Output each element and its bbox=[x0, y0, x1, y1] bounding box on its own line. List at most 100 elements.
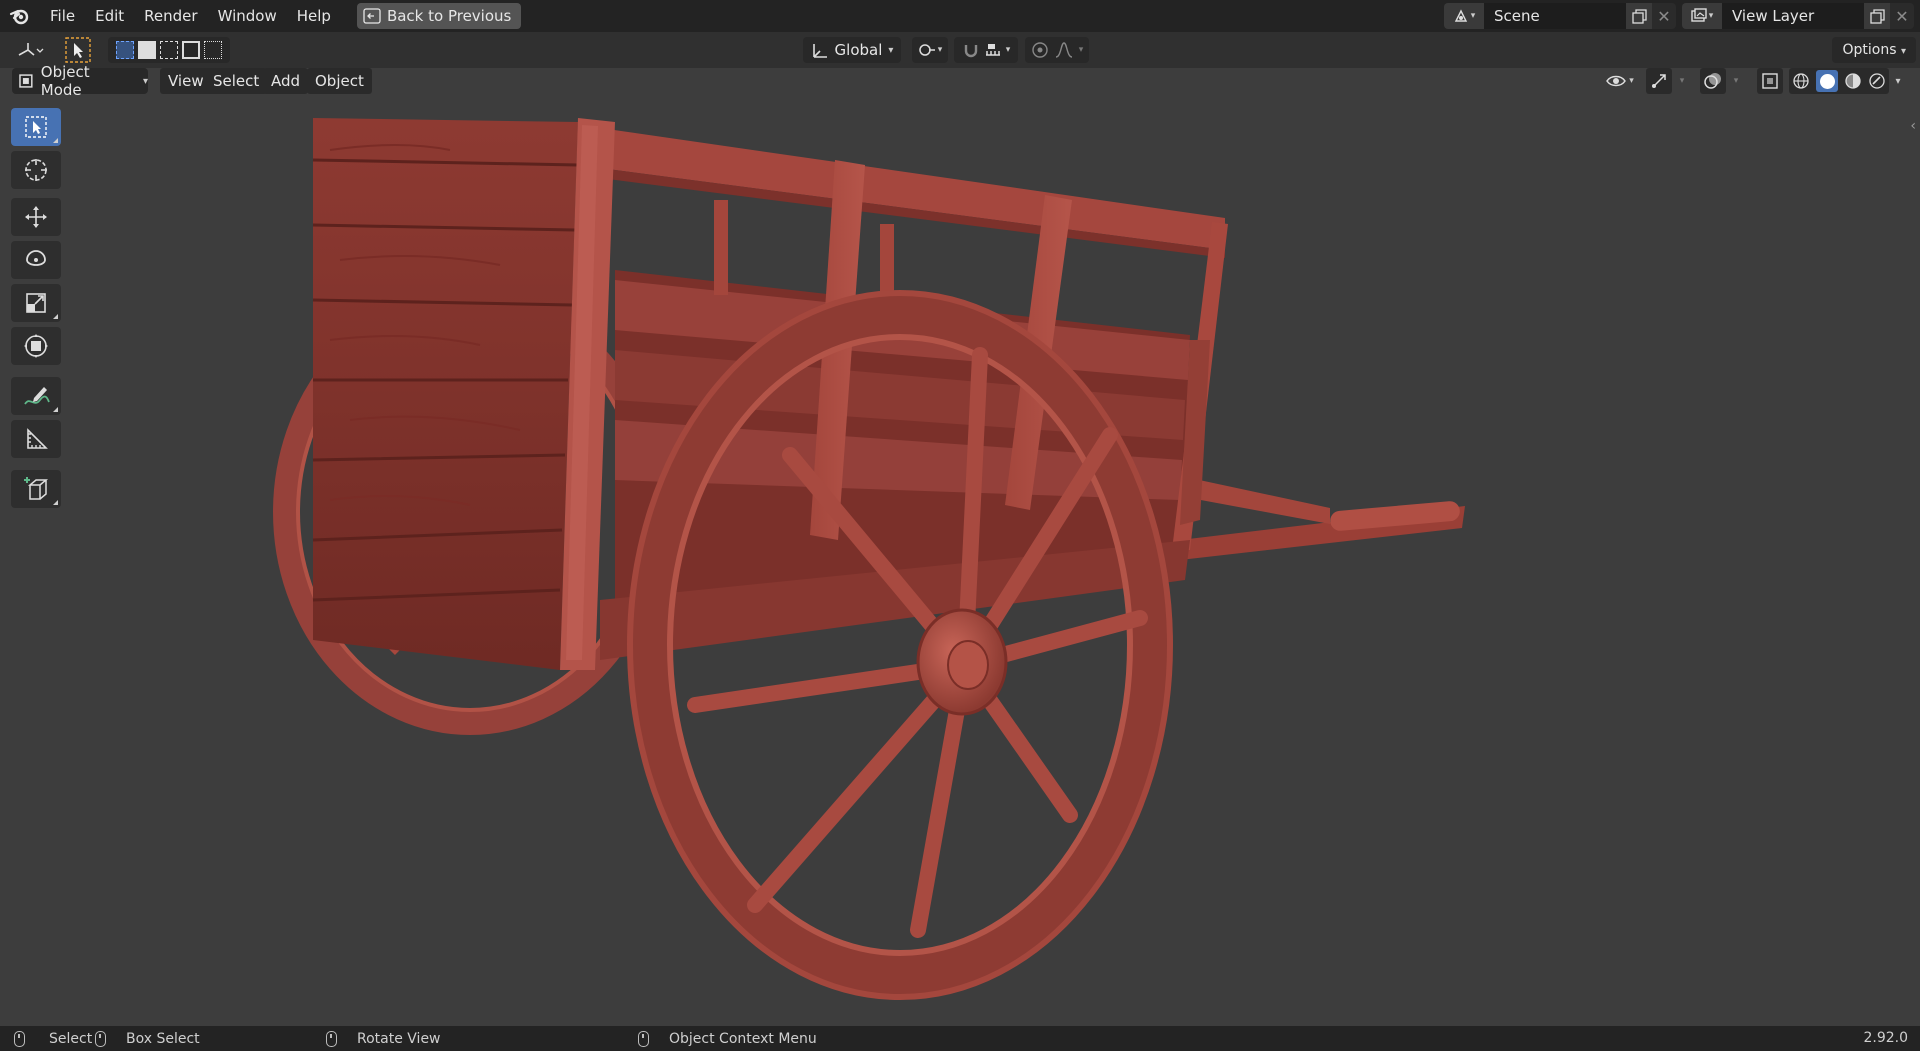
gizmo-dropdown[interactable]: ▾ bbox=[1674, 68, 1690, 94]
xray-toggle[interactable] bbox=[1757, 68, 1783, 94]
annotate-tool[interactable] bbox=[11, 377, 61, 415]
add-cube-icon bbox=[24, 477, 49, 500]
view-layer-selector: ▾ View Layer ✕ bbox=[1682, 3, 1914, 29]
chevron-down-icon: ▾ bbox=[937, 45, 943, 55]
chevron-down-icon: ▾ bbox=[1629, 76, 1634, 86]
new-scene-button[interactable] bbox=[1626, 3, 1652, 29]
status-bar: Select Box Select Rotate View Object Con… bbox=[0, 1026, 1920, 1051]
options-dropdown[interactable]: Options ▾ bbox=[1832, 37, 1916, 63]
chevron-down-icon: ▾ bbox=[1900, 46, 1906, 57]
select-extend-icon[interactable] bbox=[138, 41, 156, 59]
select-new-icon[interactable] bbox=[116, 41, 134, 59]
move-tool[interactable] bbox=[11, 198, 61, 236]
annotate-icon bbox=[24, 387, 50, 405]
select-box-icon bbox=[25, 116, 47, 138]
object-mode-icon bbox=[19, 74, 33, 88]
select-cursor-icon bbox=[65, 37, 91, 63]
object-mode-dropdown[interactable]: Object Mode ▾ bbox=[12, 63, 148, 99]
3d-viewport[interactable] bbox=[0, 94, 1920, 1026]
chevron-down-icon: ▾ bbox=[1005, 45, 1011, 55]
cart-handle bbox=[1180, 478, 1465, 560]
chevron-down-icon: ▾ bbox=[1895, 75, 1901, 87]
status-context-menu-label: Object Context Menu bbox=[669, 1030, 817, 1047]
cart-front-panel bbox=[312, 118, 615, 670]
header-menu-select[interactable]: Select bbox=[205, 68, 268, 94]
gizmo-icon bbox=[1652, 74, 1666, 88]
cursor-tool[interactable] bbox=[11, 151, 61, 189]
view-layer-browse-button[interactable]: ▾ bbox=[1682, 3, 1722, 29]
status-select: Select bbox=[14, 1026, 92, 1051]
delete-view-layer-icon[interactable]: ✕ bbox=[1890, 3, 1914, 29]
status-select-label: Select bbox=[49, 1030, 93, 1047]
delete-scene-icon[interactable]: ✕ bbox=[1652, 3, 1676, 29]
select-difference-icon[interactable] bbox=[182, 41, 200, 59]
gizmo-toggle[interactable] bbox=[1646, 68, 1672, 94]
snap-magnet-icon[interactable] bbox=[962, 41, 980, 59]
version-label: 2.92.0 bbox=[1863, 1030, 1908, 1046]
measure-tool[interactable] bbox=[11, 420, 61, 458]
blender-logo-icon[interactable] bbox=[0, 0, 40, 32]
rotate-icon bbox=[26, 250, 46, 266]
overlays-toggle[interactable] bbox=[1700, 68, 1726, 94]
back-to-previous-button[interactable]: Back to Previous bbox=[356, 3, 522, 29]
active-tool-button[interactable] bbox=[64, 37, 92, 63]
chevron-down-icon: ▾ bbox=[1078, 45, 1084, 55]
falloff-curve-icon[interactable] bbox=[1055, 41, 1073, 59]
select-subtract-icon[interactable] bbox=[160, 41, 178, 59]
material-preview-icon[interactable] bbox=[1844, 72, 1862, 90]
proportional-edit-group: ▾ bbox=[1025, 37, 1089, 63]
status-rotate-view-label: Rotate View bbox=[357, 1030, 441, 1047]
visibility-dropdown[interactable]: ▾ bbox=[1600, 68, 1640, 94]
snap-group: ▾ bbox=[954, 37, 1018, 63]
status-context-menu: Object Context Menu bbox=[638, 1026, 817, 1051]
pivot-point-dropdown[interactable]: ▾ bbox=[912, 37, 948, 63]
rendered-shading-icon[interactable] bbox=[1868, 72, 1886, 90]
wireframe-shading-icon[interactable] bbox=[1792, 72, 1810, 90]
selection-mode-group bbox=[108, 37, 230, 63]
transform-orientation-dropdown[interactable]: Global ▾ bbox=[803, 37, 901, 63]
proportional-edit-icon[interactable] bbox=[1031, 41, 1049, 59]
overlays-icon bbox=[1704, 73, 1721, 89]
scale-icon bbox=[26, 293, 46, 313]
shading-dropdown[interactable]: ▾ bbox=[1890, 68, 1906, 94]
status-box-select: Box Select bbox=[95, 1026, 200, 1051]
header-menu-view[interactable]: View bbox=[160, 68, 212, 94]
menu-help[interactable]: Help bbox=[287, 0, 341, 32]
scale-tool[interactable] bbox=[11, 284, 61, 322]
overlays-dropdown[interactable]: ▾ bbox=[1728, 68, 1744, 94]
add-cube-tool[interactable] bbox=[11, 470, 61, 508]
viewport-header: Object Mode ▾ View Select Add Object ▾ ▾… bbox=[0, 63, 1920, 99]
header-menu-add[interactable]: Add bbox=[263, 68, 309, 94]
view-layer-name-field[interactable]: View Layer bbox=[1722, 3, 1864, 29]
status-rotate-view: Rotate View bbox=[326, 1026, 441, 1051]
measure-icon bbox=[27, 428, 48, 449]
transform-tool[interactable] bbox=[11, 327, 61, 365]
editor-type-button[interactable] bbox=[10, 37, 50, 63]
cart-model[interactable] bbox=[0, 94, 1920, 1026]
back-icon bbox=[363, 8, 381, 24]
chevron-down-icon: ▾ bbox=[1708, 11, 1714, 21]
scene-name-field[interactable]: Scene bbox=[1484, 3, 1626, 29]
scene-browse-button[interactable]: ▾ bbox=[1444, 3, 1484, 29]
chevron-down-icon: ▾ bbox=[1733, 76, 1739, 86]
menu-window[interactable]: Window bbox=[208, 0, 287, 32]
menu-edit[interactable]: Edit bbox=[85, 0, 134, 32]
new-view-layer-button[interactable] bbox=[1864, 3, 1890, 29]
rotate-tool[interactable] bbox=[11, 241, 61, 279]
options-label: Options bbox=[1842, 42, 1897, 58]
select-intersect-icon[interactable] bbox=[204, 41, 222, 59]
chevron-down-icon: ▾ bbox=[1679, 76, 1685, 86]
chevron-down-icon: ▾ bbox=[888, 44, 894, 56]
snap-increment-icon[interactable] bbox=[984, 41, 1002, 59]
drag-mouse-icon bbox=[95, 1030, 106, 1047]
chevron-down-icon: ▾ bbox=[142, 75, 148, 87]
header-menu-object[interactable]: Object bbox=[307, 68, 372, 94]
menu-file[interactable]: File bbox=[40, 0, 85, 32]
duplicate-icon bbox=[1869, 8, 1885, 24]
solid-shading-icon[interactable] bbox=[1816, 70, 1838, 92]
chevron-left-icon[interactable]: ‹ bbox=[1910, 118, 1916, 134]
menu-render[interactable]: Render bbox=[134, 0, 207, 32]
select-box-tool[interactable] bbox=[11, 108, 61, 146]
pivot-icon bbox=[918, 44, 935, 56]
transform-icon bbox=[24, 334, 48, 358]
